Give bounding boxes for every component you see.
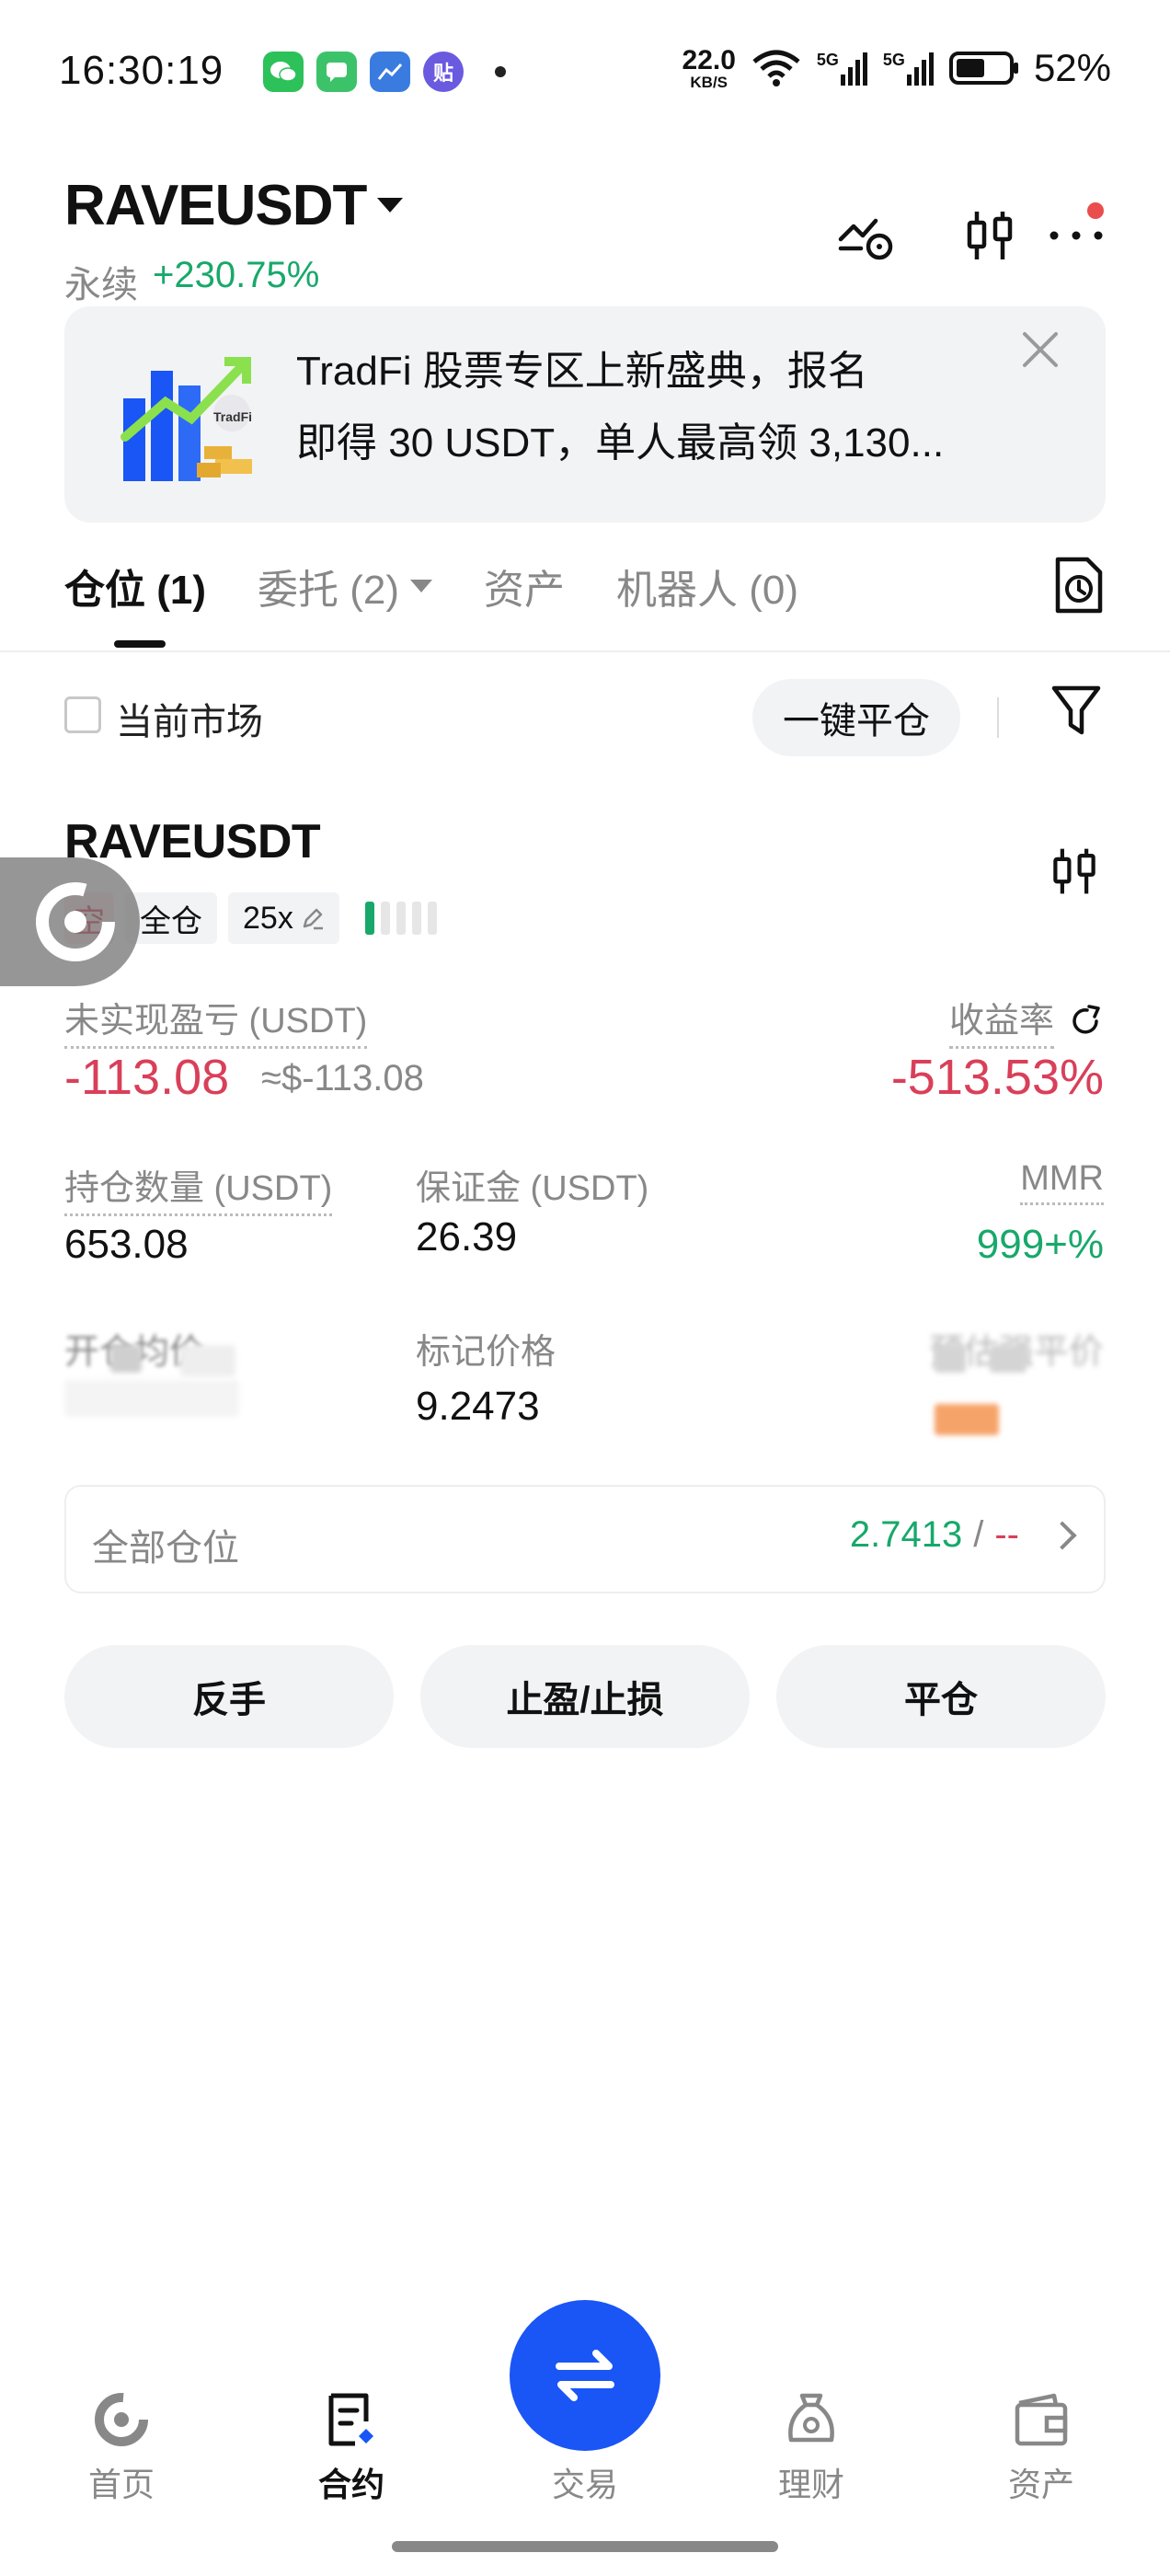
- tabs-divider: [0, 650, 1170, 652]
- unrealized-pnl-value: -113.08: [64, 1050, 230, 1105]
- margin-label: 保证金 (USDT): [416, 1169, 649, 1208]
- banner-text: TradFi 股票专区上新盛典，报名 即得 30 USDT，单人最高领 3,13…: [296, 349, 945, 466]
- redacted-block: [935, 1345, 966, 1373]
- margin-value: 26.39: [416, 1214, 518, 1259]
- nav-home[interactable]: 首页: [57, 2390, 186, 2506]
- tp-sl-button[interactable]: 止盈/止损: [420, 1645, 750, 1748]
- all-positions-price: 2.7413: [849, 1514, 963, 1555]
- mark-price-value: 9.2473: [416, 1384, 540, 1429]
- contract-type: 永续: [64, 265, 138, 305]
- earn-icon: [788, 2393, 834, 2443]
- position-tabs: 仓位 (1) 委托 (2) 资产 机器人 (0): [64, 557, 850, 615]
- nav-futures[interactable]: 合约: [287, 2390, 416, 2506]
- notification-icons: 贴: [263, 52, 506, 92]
- redacted-block: [990, 1345, 1027, 1373]
- all-positions-values: 2.7413 / --: [849, 1514, 1077, 1556]
- signal-icon-2: 5G: [883, 51, 935, 86]
- close-all-button[interactable]: 一键平仓: [752, 679, 960, 756]
- current-market-checkbox[interactable]: [64, 696, 101, 733]
- home-icon: [95, 2393, 148, 2446]
- home-indicator[interactable]: [392, 2541, 778, 2552]
- nav-earn[interactable]: 理财: [747, 2390, 876, 2506]
- liq-price-value-redacted: [935, 1404, 999, 1435]
- divider: [997, 697, 999, 738]
- browser-icon: [370, 52, 410, 92]
- roe-value: -513.53%: [890, 1050, 1104, 1105]
- roe-label: 收益率: [948, 992, 1054, 1049]
- filter-icon[interactable]: [1050, 683, 1102, 738]
- current-market-label[interactable]: 当前市场: [116, 692, 263, 745]
- unrealized-pnl-label[interactable]: 未实现盈亏 (USDT): [64, 992, 368, 1049]
- messages-icon: [316, 52, 357, 92]
- position-size-label[interactable]: 持仓数量 (USDT): [64, 1159, 333, 1216]
- reverse-button[interactable]: 反手: [64, 1645, 394, 1748]
- tieba-icon: 贴: [423, 52, 464, 92]
- adl-indicator: [364, 902, 437, 935]
- unrealized-pnl-usd: ≈$-113.08: [261, 1058, 424, 1098]
- kline-chart-icon[interactable]: [960, 206, 1019, 265]
- brand-logo-icon: [36, 882, 115, 961]
- edit-icon: [303, 908, 323, 930]
- all-positions-label: 全部仓位: [92, 1528, 239, 1569]
- mmr-value: 999+%: [976, 1222, 1104, 1267]
- tab-assets[interactable]: 资产: [484, 557, 565, 615]
- pair-dropdown-icon[interactable]: [377, 198, 403, 213]
- position-size-value: 653.08: [64, 1222, 189, 1267]
- tradfi-badge: TradFi: [213, 409, 253, 424]
- wallet-icon: [1015, 2393, 1068, 2446]
- tab-positions[interactable]: 仓位 (1): [64, 557, 206, 615]
- futures-icon: [328, 2393, 373, 2446]
- promo-banner[interactable]: TradFi TradFi 股票专区上新盛典，报名 即得 30 USDT，单人最…: [64, 306, 1106, 523]
- history-icon[interactable]: [1050, 556, 1106, 615]
- nav-assets[interactable]: 资产: [977, 2390, 1106, 2506]
- close-position-button[interactable]: 平仓: [776, 1645, 1106, 1748]
- net-speed: 22.0 KB/S: [682, 44, 736, 91]
- entry-price-value-redacted: [64, 1380, 239, 1417]
- position-symbol[interactable]: RAVEUSDT: [64, 814, 321, 869]
- tab-orders[interactable]: 委托 (2): [258, 557, 432, 615]
- close-icon[interactable]: [1017, 327, 1063, 373]
- mark-price-label: 标记价格: [416, 1333, 556, 1372]
- active-tab-indicator: [114, 640, 166, 648]
- price-alert-icon[interactable]: [837, 206, 896, 265]
- all-positions-liq: --: [994, 1514, 1019, 1555]
- leverage-badge[interactable]: 25x: [228, 892, 339, 944]
- trade-button[interactable]: [510, 2300, 660, 2451]
- all-positions-row[interactable]: 全部仓位 2.7413 / --: [64, 1485, 1106, 1593]
- battery-icon: [948, 52, 1018, 85]
- kline-chart-icon[interactable]: [1047, 842, 1102, 901]
- roe-label-group[interactable]: 收益率: [948, 992, 1102, 1049]
- signal-icon-1: 5G: [817, 51, 868, 86]
- share-icon[interactable]: [1071, 1005, 1102, 1036]
- pair-selector[interactable]: RAVEUSDT: [64, 173, 367, 238]
- notification-red-dot: [1087, 202, 1104, 219]
- status-bar: 16:30:19 贴 22.0 KB/S 5G 5G 52%: [0, 0, 1170, 152]
- wifi-icon: [752, 50, 800, 86]
- battery-percent: 52%: [1033, 46, 1111, 89]
- mmr-label[interactable]: MMR: [1020, 1159, 1104, 1205]
- tab-bots[interactable]: 机器人 (0): [616, 557, 798, 615]
- status-time: 16:30:19: [59, 48, 224, 93]
- chevron-right-icon: [1048, 1520, 1077, 1550]
- price-change: +230.75%: [153, 255, 320, 295]
- trade-label[interactable]: 交易: [510, 2458, 660, 2506]
- redacted-block: [180, 1345, 235, 1376]
- chevron-down-icon: [410, 580, 432, 592]
- swap-icon: [556, 2350, 614, 2401]
- pair-subline: 永续 +230.75%: [64, 255, 319, 308]
- wechat-icon: [263, 52, 304, 92]
- more-notifications-dot: [495, 66, 506, 77]
- floating-assistant-widget[interactable]: [0, 857, 140, 986]
- status-right: 22.0 KB/S 5G 5G 52%: [682, 46, 1111, 90]
- redacted-block: [110, 1345, 142, 1373]
